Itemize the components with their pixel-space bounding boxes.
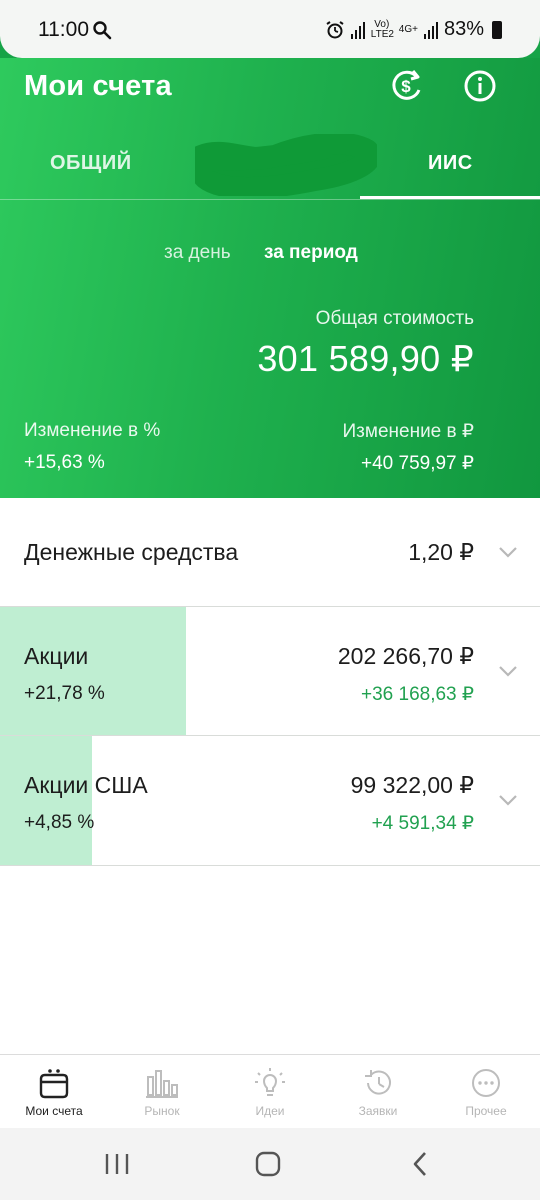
alarm-icon bbox=[326, 20, 344, 38]
holding-delta: +4 591,34 ₽ bbox=[371, 813, 474, 834]
back-icon[interactable] bbox=[406, 1150, 436, 1178]
change-percent-label: Изменение в % bbox=[24, 420, 161, 441]
share-bar bbox=[0, 607, 187, 735]
system-navigation-bar bbox=[0, 1128, 540, 1200]
nav-label: Мои счета bbox=[25, 1104, 83, 1118]
holding-amount: 202 266,70 ₽ bbox=[337, 643, 474, 669]
history-icon bbox=[365, 1070, 391, 1095]
nav-item-more[interactable]: Прочее bbox=[432, 1055, 540, 1129]
holding-name: Акции bbox=[24, 643, 89, 669]
info-icon[interactable] bbox=[460, 66, 500, 106]
accounts-header: 11:00 Vo) LTE2 4G+ 83% Мои счета $ ОБЩИЙ… bbox=[0, 0, 540, 498]
period-day-option[interactable]: за день bbox=[164, 242, 231, 264]
holding-name: Акции США bbox=[24, 772, 148, 798]
total-value: 301 589,90 ₽ bbox=[257, 338, 474, 379]
volte-label: Vo) LTE2 bbox=[370, 18, 394, 40]
chevron-down-icon[interactable] bbox=[498, 794, 518, 806]
nav-label: Идеи bbox=[255, 1104, 285, 1118]
signal-icon-2 bbox=[423, 21, 438, 39]
change-rub-label: Изменение в ₽ bbox=[342, 421, 474, 442]
change-percent-value: +15,63 % bbox=[24, 452, 105, 473]
status-bar: 11:00 Vo) LTE2 4G+ 83% bbox=[0, 0, 540, 58]
signal-icon bbox=[350, 21, 365, 39]
page-title: Мои счета bbox=[24, 70, 172, 102]
holding-row-cash[interactable]: Денежные средства 1,20 ₽ bbox=[0, 498, 540, 607]
wallet-icon bbox=[39, 1069, 69, 1099]
battery-level: 83% bbox=[443, 18, 484, 40]
holding-amount: 1,20 ₽ bbox=[408, 539, 474, 565]
nav-item-accounts[interactable]: Мои счета bbox=[0, 1055, 108, 1129]
holding-row-us-stocks[interactable]: Акции США +4,85 % 99 322,00 ₽ +4 591,34 … bbox=[0, 736, 540, 866]
more-icon bbox=[472, 1069, 500, 1097]
status-icons: Vo) LTE2 4G+ 83% bbox=[325, 18, 502, 41]
chevron-down-icon[interactable] bbox=[498, 546, 518, 558]
holding-row-stocks[interactable]: Акции +21,78 % 202 266,70 ₽ +36 168,63 ₽ bbox=[0, 607, 540, 736]
total-value-label: Общая стоимость bbox=[315, 308, 474, 329]
lightbulb-icon bbox=[255, 1068, 285, 1096]
tab-iis[interactable]: ИИС bbox=[428, 152, 473, 175]
home-icon[interactable] bbox=[253, 1150, 283, 1178]
nav-label: Прочее bbox=[465, 1104, 507, 1118]
holding-change-percent: +4,85 % bbox=[24, 812, 95, 833]
holding-amount: 99 322,00 ₽ bbox=[350, 772, 474, 798]
share-bar bbox=[0, 736, 93, 865]
bar-chart-icon bbox=[146, 1070, 178, 1098]
change-rub-value: +40 759,97 ₽ bbox=[361, 453, 474, 474]
holding-delta: +36 168,63 ₽ bbox=[361, 684, 474, 705]
nav-item-orders[interactable]: Заявки bbox=[324, 1055, 432, 1129]
redaction-scribble bbox=[195, 134, 377, 196]
nav-label: Заявки bbox=[358, 1104, 398, 1118]
chevron-down-icon[interactable] bbox=[498, 665, 518, 677]
battery-icon bbox=[492, 20, 502, 39]
status-time: 11:00 bbox=[38, 18, 89, 41]
holding-change-percent: +21,78 % bbox=[24, 683, 105, 704]
holding-name: Денежные средства bbox=[24, 539, 239, 565]
bottom-navigation: Мои счета Рынок Идеи Заявки Прочее bbox=[0, 1054, 540, 1128]
nav-label: Рынок bbox=[144, 1104, 180, 1118]
search-icon bbox=[93, 21, 112, 40]
period-range-option[interactable]: за период bbox=[264, 242, 358, 264]
svg-text:$: $ bbox=[401, 77, 411, 96]
recent-apps-icon[interactable] bbox=[102, 1150, 132, 1178]
nav-item-ideas[interactable]: Идеи bbox=[216, 1055, 324, 1129]
dollar-refresh-icon[interactable]: $ bbox=[386, 66, 426, 106]
network-type-label: 4G+ bbox=[398, 23, 418, 35]
tab-general[interactable]: ОБЩИЙ bbox=[50, 152, 132, 175]
nav-item-market[interactable]: Рынок bbox=[108, 1055, 216, 1129]
active-tab-indicator bbox=[360, 196, 540, 199]
